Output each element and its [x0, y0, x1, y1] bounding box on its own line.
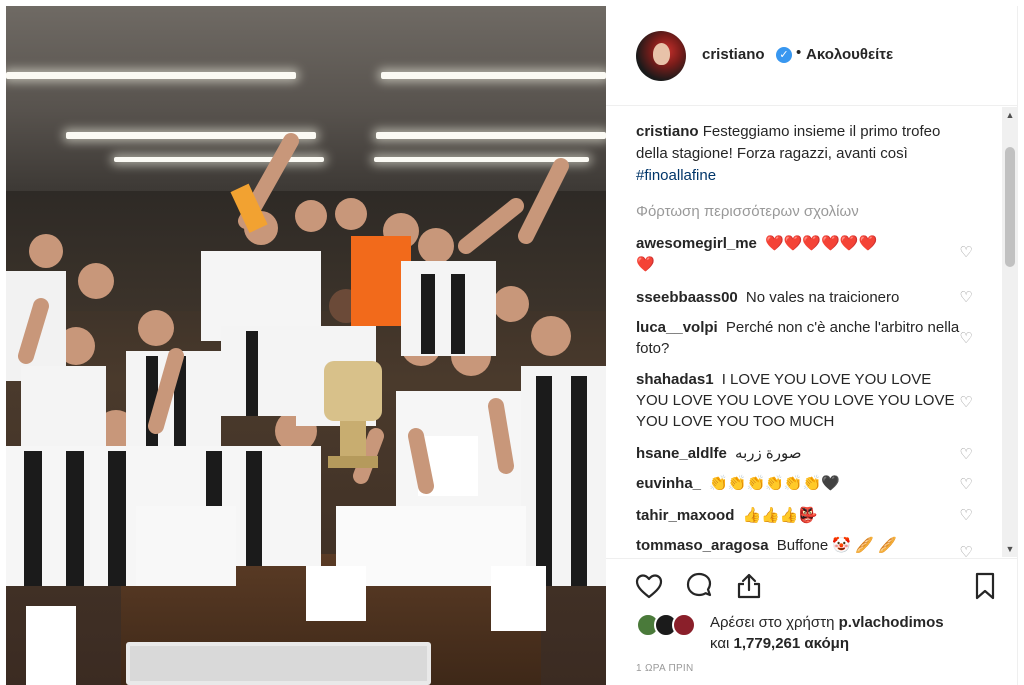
heart-outline-icon[interactable]: ♡	[958, 508, 974, 524]
heart-outline-icon[interactable]: ♡	[958, 447, 974, 463]
comment-username[interactable]: sseebbaass00	[636, 289, 738, 306]
scroll-up-arrow-icon[interactable]: ▲	[1002, 107, 1018, 123]
likes-suffix[interactable]: ακόμη	[804, 635, 849, 652]
comment-text: 👍👍👍👺	[742, 507, 818, 524]
heart-outline-icon[interactable]: ♡	[958, 477, 974, 493]
comment: tommaso_aragosa Buffone 🤡 🥖 🥖	[636, 535, 961, 556]
likes-count[interactable]: 1,779,261	[734, 635, 801, 652]
likes-text: Αρέσει στο χρήστη p.vlachodimos και 1,77…	[710, 612, 944, 654]
comment-username[interactable]: euvinha_	[636, 475, 701, 492]
comment: euvinha_ 👏👏👏👏👏👏🖤	[636, 473, 961, 494]
scroll-down-arrow-icon[interactable]: ▼	[1002, 541, 1018, 557]
post-photo[interactable]	[6, 6, 606, 685]
like-heart-icon[interactable]	[634, 571, 664, 601]
post-actions	[606, 558, 1018, 608]
likes-and: και	[710, 635, 730, 652]
load-more-comments-button[interactable]: Φόρτωση περισσότερων σχολίων	[636, 203, 859, 220]
save-bookmark-icon[interactable]	[970, 571, 1000, 601]
comment: awesomegirl_me ❤️❤️❤️❤️❤️❤️ ❤️	[636, 233, 961, 275]
liker-username[interactable]: p.vlachodimos	[839, 614, 944, 631]
comment-username[interactable]: tommaso_aragosa	[636, 537, 769, 554]
comment-text: 👏👏👏👏👏👏🖤	[709, 475, 840, 492]
following-button[interactable]: Ακολουθείτε	[806, 46, 893, 63]
post-timestamp[interactable]: 1 ΩΡΑ ΠΡΙΝ	[636, 663, 694, 674]
comment-username[interactable]: tahir_maxood	[636, 507, 734, 524]
caption-username[interactable]: cristiano	[636, 123, 699, 140]
post-header: cristiano ✓ • Ακολουθείτε	[606, 6, 1018, 106]
likes-summary: Αρέσει στο χρήστη p.vlachodimos και 1,77…	[636, 609, 1016, 653]
comment: sseebbaass00 No vales na traicionero	[636, 287, 961, 308]
post-caption: cristiano Festeggiamo insieme il primo t…	[636, 121, 971, 187]
caption-hashtag[interactable]: #finoallafine	[636, 167, 716, 184]
verified-badge-icon: ✓	[776, 47, 792, 63]
tv-screen	[126, 642, 431, 685]
comment-bubble-icon[interactable]	[684, 571, 714, 601]
comment: tahir_maxood 👍👍👍👺	[636, 505, 961, 526]
post-username[interactable]: cristiano	[702, 46, 765, 63]
comment-username[interactable]: hsane_aldlfe	[636, 445, 727, 462]
avatar[interactable]	[636, 31, 686, 81]
comment: shahadas1 I LOVE YOU LOVE YOU LOVE YOU L…	[636, 369, 961, 432]
heart-outline-icon[interactable]: ♡	[958, 331, 974, 347]
post-detail-panel: cristiano ✓ • Ακολουθείτε cristiano Fest…	[606, 6, 1018, 685]
comment-username[interactable]: shahadas1	[636, 371, 714, 388]
avatar[interactable]	[672, 613, 696, 637]
heart-outline-icon[interactable]: ♡	[958, 245, 974, 261]
comment-username[interactable]: luca__volpi	[636, 319, 718, 336]
comment-username[interactable]: awesomegirl_me	[636, 235, 757, 252]
comment: hsane_aldlfe صورة زربه	[636, 443, 961, 464]
comments-section[interactable]: cristiano Festeggiamo insieme il primo t…	[606, 107, 1018, 557]
separator-dot: •	[796, 44, 802, 61]
comment: luca__volpi Perché non c'è anche l'arbit…	[636, 317, 961, 359]
team-celebration-figures	[6, 133, 606, 685]
scrollbar-thumb[interactable]	[1005, 147, 1015, 267]
comment-text: Buffone 🤡 🥖 🥖	[776, 537, 897, 554]
share-upload-icon[interactable]	[734, 571, 764, 601]
liker-avatars	[636, 613, 706, 637]
heart-outline-icon[interactable]: ♡	[958, 545, 974, 558]
comment-text: صورة زربه	[735, 445, 802, 462]
heart-outline-icon[interactable]: ♡	[958, 395, 974, 411]
heart-outline-icon[interactable]: ♡	[958, 290, 974, 306]
comments-scrollbar[interactable]: ▲ ▼	[1002, 107, 1018, 557]
likes-prefix: Αρέσει στο χρήστη	[710, 614, 835, 631]
comment-text: No vales na traicionero	[745, 289, 900, 306]
